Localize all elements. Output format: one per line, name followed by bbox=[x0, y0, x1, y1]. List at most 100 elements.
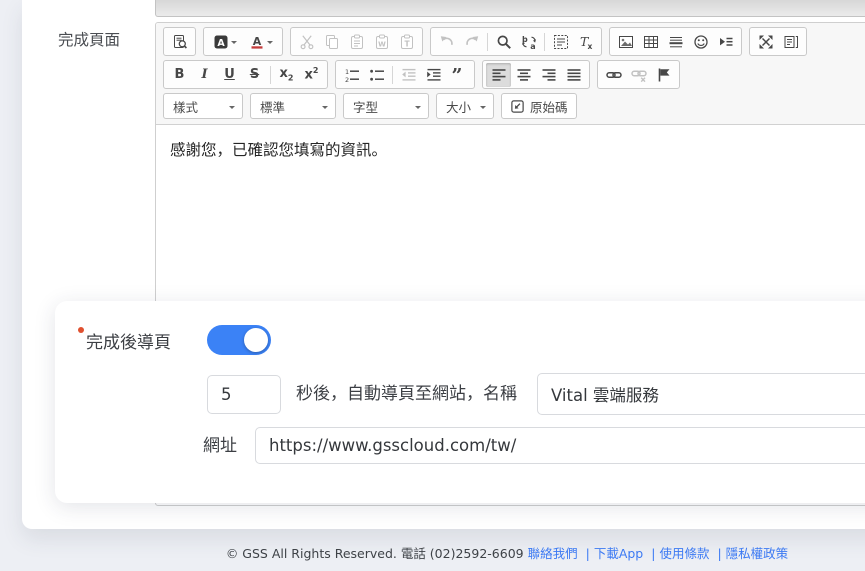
align-right-button[interactable] bbox=[536, 63, 561, 87]
page-break-icon bbox=[718, 34, 734, 50]
table-icon bbox=[643, 34, 659, 50]
paste-from-word-button: W bbox=[369, 30, 394, 54]
url-input[interactable] bbox=[255, 427, 865, 464]
page-footer: © GSS All Rights Reserved. 電話 (02)2592-6… bbox=[0, 543, 865, 562]
remove-format-icon: Tx bbox=[578, 34, 594, 50]
maximize-icon bbox=[758, 34, 774, 50]
unlink-button bbox=[626, 63, 651, 87]
form-field-label: 完成頁面 bbox=[58, 28, 120, 50]
styles-dropdown[interactable]: 樣式 bbox=[163, 93, 243, 119]
chevron-down-icon bbox=[229, 106, 235, 112]
redirect-settings-card: 完成後導頁 秒後，自動導頁至網站，名稱 網址 bbox=[55, 301, 865, 503]
subscript-icon: x2 bbox=[280, 67, 294, 83]
svg-text:A: A bbox=[253, 35, 262, 48]
image-icon bbox=[618, 34, 634, 50]
align-left-icon bbox=[491, 67, 507, 83]
image-button[interactable] bbox=[613, 30, 638, 54]
svg-text:”: ” bbox=[451, 67, 462, 83]
redirect-seconds-input[interactable] bbox=[207, 375, 281, 414]
horizontal-rule-button[interactable] bbox=[663, 30, 688, 54]
paste-plain-text-icon: T bbox=[399, 34, 415, 50]
maximize-button[interactable] bbox=[753, 30, 778, 54]
remove-format-button[interactable]: Tx bbox=[573, 30, 598, 54]
paragraph-format-dropdown[interactable]: 標準 bbox=[250, 93, 336, 119]
link-icon bbox=[606, 67, 622, 83]
toggle-knob bbox=[244, 328, 268, 352]
replace-icon: ba bbox=[521, 34, 537, 50]
strikethrough-icon: S bbox=[250, 68, 259, 81]
styles-dropdown-label: 樣式 bbox=[173, 97, 229, 116]
preview-icon bbox=[172, 34, 188, 50]
subscript-button[interactable]: x2 bbox=[274, 63, 299, 87]
copy-button bbox=[319, 30, 344, 54]
text-color-button[interactable]: A bbox=[243, 30, 279, 54]
footer-link[interactable]: 使用條款 bbox=[659, 546, 709, 561]
find-icon bbox=[496, 34, 512, 50]
svg-text:x: x bbox=[587, 41, 592, 49]
align-center-icon bbox=[516, 67, 532, 83]
toolbar-row-3: 樣式 標準 字型大小 原始碼 bbox=[163, 93, 865, 119]
background-color-button[interactable]: A bbox=[207, 30, 243, 54]
superscript-icon: x2 bbox=[305, 67, 319, 81]
bold-icon: B bbox=[175, 68, 185, 81]
undo-icon bbox=[439, 34, 455, 50]
unlink-icon bbox=[631, 67, 647, 83]
toolbar-group: 12 ” bbox=[335, 60, 475, 89]
justify-button[interactable] bbox=[561, 63, 586, 87]
align-center-button[interactable] bbox=[511, 63, 536, 87]
editor-toolbar: AAWTbaTx BIUSx2x212” 樣式標準字型大小原始碼 bbox=[156, 23, 865, 125]
bulleted-list-button[interactable] bbox=[364, 63, 389, 87]
footer-link[interactable]: 下載App bbox=[594, 546, 643, 561]
redirect-seconds-text: 秒後，自動導頁至網站，名稱 bbox=[296, 375, 517, 414]
italic-button[interactable]: I bbox=[192, 63, 217, 87]
show-blocks-button[interactable] bbox=[778, 30, 803, 54]
italic-icon: I bbox=[201, 68, 207, 81]
chevron-down-icon bbox=[231, 41, 237, 47]
site-name-input[interactable] bbox=[537, 373, 865, 415]
replace-button[interactable]: ba bbox=[516, 30, 541, 54]
svg-text:2: 2 bbox=[345, 75, 349, 82]
bold-button[interactable]: B bbox=[167, 63, 192, 87]
cut-icon bbox=[299, 34, 315, 50]
strikethrough-button[interactable]: S bbox=[242, 63, 267, 87]
redirect-toggle-label: 完成後導頁 bbox=[86, 328, 171, 353]
paragraph-format-dropdown-label: 標準 bbox=[260, 97, 322, 116]
anchor-button[interactable] bbox=[651, 63, 676, 87]
preview-button[interactable] bbox=[167, 30, 192, 54]
page-break-button[interactable] bbox=[713, 30, 738, 54]
blockquote-button[interactable]: ” bbox=[446, 63, 471, 87]
select-all-button[interactable] bbox=[548, 30, 573, 54]
footer-link-separator: | bbox=[717, 546, 721, 561]
chevron-down-icon bbox=[322, 106, 328, 112]
redirect-toggle[interactable] bbox=[207, 325, 271, 355]
source-button-label: 原始碼 bbox=[530, 97, 568, 116]
svg-text:A: A bbox=[217, 37, 225, 48]
indent-button[interactable] bbox=[421, 63, 446, 87]
find-button[interactable] bbox=[491, 30, 516, 54]
align-left-button[interactable] bbox=[486, 63, 511, 87]
toolbar-group bbox=[597, 60, 680, 89]
link-button[interactable] bbox=[601, 63, 626, 87]
source-code-button[interactable]: 原始碼 bbox=[501, 93, 577, 119]
source-icon bbox=[510, 99, 525, 114]
footer-link[interactable]: 隱私權政策 bbox=[726, 546, 789, 561]
smiley-button[interactable] bbox=[688, 30, 713, 54]
table-button[interactable] bbox=[638, 30, 663, 54]
redo-button bbox=[459, 30, 484, 54]
font-dropdown[interactable]: 字型 bbox=[343, 93, 429, 119]
superscript-button[interactable]: x2 bbox=[299, 63, 324, 87]
toolbar-separator bbox=[487, 33, 488, 51]
outdent-button bbox=[396, 63, 421, 87]
anchor-icon bbox=[656, 67, 672, 83]
footer-link[interactable]: 聯絡我們 bbox=[528, 546, 578, 561]
footer-link-separator: | bbox=[651, 546, 655, 561]
font-size-dropdown[interactable]: 大小 bbox=[436, 93, 494, 119]
copyright-text: © GSS All Rights Reserved. 電話 (02)2592-6… bbox=[226, 546, 524, 561]
toolbar-row-2: B IUSx2 x2 12 ” bbox=[163, 60, 865, 89]
smiley-icon bbox=[693, 34, 709, 50]
outdent-icon bbox=[401, 67, 417, 83]
numbered-list-button[interactable]: 12 bbox=[339, 63, 364, 87]
paste-plain-text-button: T bbox=[394, 30, 419, 54]
underline-button[interactable]: U bbox=[217, 63, 242, 87]
toolbar-group: WT bbox=[290, 27, 423, 56]
